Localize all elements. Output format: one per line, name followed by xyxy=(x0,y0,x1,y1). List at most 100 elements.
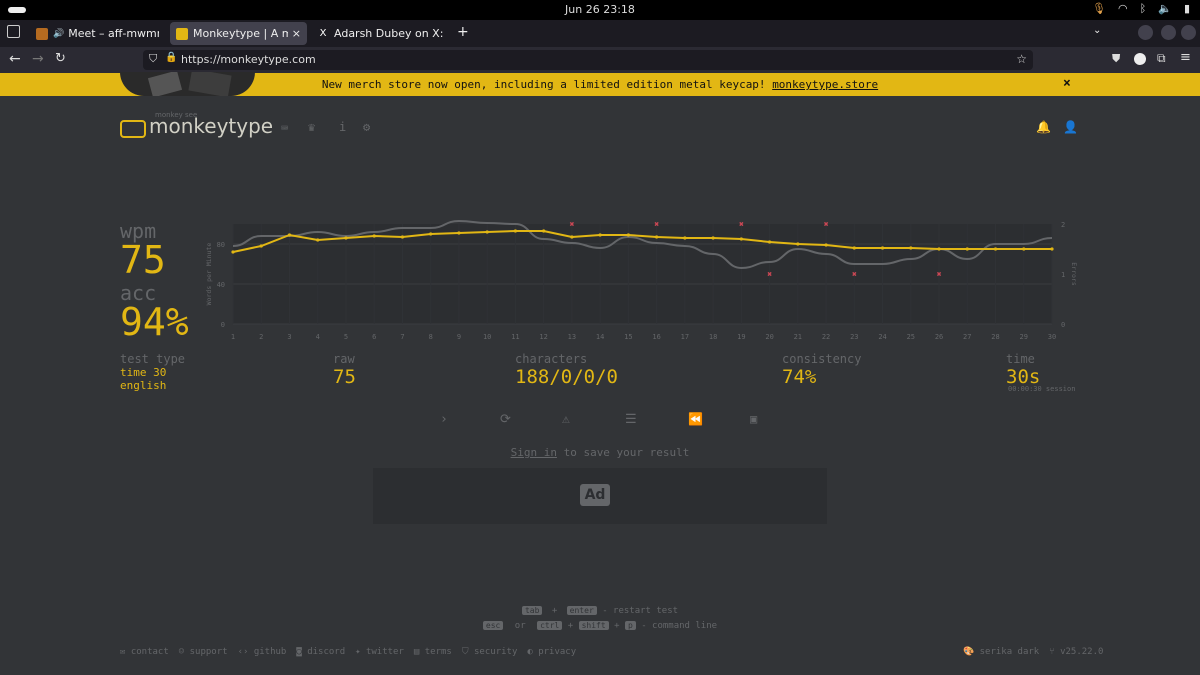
banner-close-icon[interactable]: × xyxy=(1063,76,1071,91)
bookmark-star-icon[interactable]: ☆ xyxy=(1016,52,1027,66)
tab-list-chevron-icon[interactable]: ⌄ xyxy=(1093,25,1101,36)
wpm-point xyxy=(880,246,885,250)
x-tick-label: 19 xyxy=(737,333,745,341)
menu-icon[interactable]: ≡ xyxy=(1180,50,1191,65)
footer-twitter[interactable]: ✦ twitter xyxy=(355,647,404,657)
close-window-icon[interactable] xyxy=(1181,25,1196,40)
screenshot-icon[interactable]: ▣ xyxy=(750,412,757,426)
wpm-point xyxy=(655,235,659,239)
system-clock[interactable]: Jun 26 23:18 xyxy=(0,3,1200,16)
wpm-point xyxy=(937,247,941,251)
wpm-point xyxy=(852,246,856,250)
close-tab-icon[interactable]: × xyxy=(292,27,301,40)
banner-text: New merch store now open, including a li… xyxy=(321,78,773,91)
y-tick-label: 0 xyxy=(221,321,225,329)
account-icon[interactable] xyxy=(1134,53,1146,65)
restore-icon[interactable] xyxy=(1161,25,1176,40)
settings-gear-icon[interactable]: ⚙ xyxy=(363,120,370,134)
wifi-icon[interactable]: ◠ xyxy=(1118,2,1128,15)
twitter-label: twitter xyxy=(365,647,404,657)
characters-value: 188/0/0/0 xyxy=(515,366,618,388)
footer-discord[interactable]: ◙ discord xyxy=(296,647,345,657)
x-tick-label: 13 xyxy=(568,333,576,341)
footer-contact[interactable]: ✉ contact xyxy=(120,647,169,657)
x-tick-label: 20 xyxy=(765,333,773,341)
test-type-label: test type xyxy=(120,352,186,366)
shield-icon[interactable]: ⛉ xyxy=(149,52,157,66)
theme-button[interactable]: 🎨 serika dark xyxy=(963,647,1039,657)
wpm-point xyxy=(683,236,687,240)
wpm-point xyxy=(372,234,376,238)
discord-label: discord xyxy=(307,647,346,657)
x-tick-label: 14 xyxy=(596,333,604,341)
x-tick-label: 9 xyxy=(457,333,461,341)
back-icon[interactable]: ← xyxy=(9,51,21,67)
speaker-icon[interactable]: 🔊 xyxy=(53,29,64,39)
consistency-label: consistency xyxy=(782,352,862,366)
footer-security[interactable]: ⛉ security xyxy=(462,647,518,657)
plus-text: + xyxy=(614,621,620,631)
y2-tick-label: 2 xyxy=(1061,221,1065,229)
version-label: v25.22.0 xyxy=(1060,647,1104,657)
tab-overview-icon[interactable] xyxy=(7,25,20,38)
browser-tab-bar: 🔊 Meet – aff-mwmm-rcq Monkeytype | A min… xyxy=(0,20,1200,47)
forward-icon[interactable]: → xyxy=(32,51,44,67)
version-button[interactable]: ⑂ v25.22.0 xyxy=(1049,647,1103,657)
bluetooth-icon[interactable]: ᛒ xyxy=(1140,2,1147,15)
tab-meet[interactable]: 🔊 Meet – aff-mwmm-rcq xyxy=(30,22,165,45)
reload-icon[interactable]: ↻ xyxy=(55,51,66,66)
system-tray[interactable]: 🎙 ◠ ᛒ 🔈 ▮ xyxy=(1092,2,1190,15)
wpm-point xyxy=(400,235,405,239)
system-top-bar: Jun 26 23:18 🎙 ◠ ᛒ 🔈 ▮ xyxy=(0,0,1200,20)
account-user-icon[interactable]: 👤 xyxy=(1063,120,1078,134)
test-type-language: english xyxy=(120,379,167,392)
tab-label: Monkeytype | A minimalis xyxy=(193,27,288,40)
wpm-point xyxy=(909,246,913,250)
footer-privacy[interactable]: ◐ privacy xyxy=(527,647,576,657)
lock-icon[interactable]: 🔒 xyxy=(165,52,177,63)
y-tick-label: 80 xyxy=(217,241,225,249)
extensions-icon[interactable]: ⧉ xyxy=(1157,51,1166,66)
notifications-bell-icon[interactable]: 🔔 xyxy=(1036,120,1051,134)
footer-github[interactable]: ‹› github xyxy=(238,647,287,657)
x-tick-label: 1 xyxy=(231,333,235,341)
merch-store-link[interactable]: monkeytype.store xyxy=(772,78,878,91)
wpm-point xyxy=(457,231,461,235)
wpm-point xyxy=(485,230,489,234)
wpm-point xyxy=(993,247,998,251)
sign-in-link[interactable]: Sign in xyxy=(511,446,557,459)
next-test-icon[interactable]: › xyxy=(440,412,448,427)
browser-nav-bar: ← → ↻ ⛉ 🔒 https://monkeytype.com ☆ ⛊ ⧉ ≡ xyxy=(0,47,1200,73)
url-bar[interactable]: ⛉ 🔒 https://monkeytype.com ☆ xyxy=(143,50,1033,70)
wpm-chart[interactable]: 040800121 2 3 4 5 6 7 8 9 10 11 12 13 14 15 16 17 18 19 20 2… xyxy=(200,214,1085,346)
report-icon[interactable]: ⚠ xyxy=(562,412,570,427)
about-info-icon[interactable]: i xyxy=(339,120,346,134)
keyboard-icon[interactable]: ⌨ xyxy=(281,121,288,135)
enter-key: enter xyxy=(566,606,597,615)
url-text[interactable]: https://monkeytype.com xyxy=(181,53,316,66)
minimize-icon[interactable] xyxy=(1138,25,1153,40)
x-tick-label: 24 xyxy=(878,333,886,341)
tab-x[interactable]: X Adarsh Dubey on X: "man xyxy=(311,22,451,45)
meet-favicon xyxy=(36,27,48,40)
battery-icon[interactable]: ▮ xyxy=(1184,2,1190,15)
support-label: support xyxy=(189,647,228,657)
words-history-icon[interactable]: ☰ xyxy=(625,412,637,427)
leaderboard-crown-icon[interactable]: ♛ xyxy=(308,120,315,134)
footer-support[interactable]: ☺ support xyxy=(179,647,228,657)
volume-icon[interactable]: 🔈 xyxy=(1158,2,1172,15)
footer-terms[interactable]: ▤ terms xyxy=(414,647,452,657)
microphone-icon[interactable]: 🎙 xyxy=(1092,2,1106,15)
tab-monkeytype[interactable]: Monkeytype | A minimalis × xyxy=(170,22,307,45)
restart-icon[interactable]: ⟳ xyxy=(500,412,511,427)
x-favicon: X xyxy=(317,27,329,40)
replay-icon[interactable]: ⏪ xyxy=(688,412,703,426)
wpm-point xyxy=(231,250,235,254)
command-line-shortcut-hint: esc or ctrl + shift + p - command line xyxy=(0,621,1200,631)
test-type-mode: time 30 xyxy=(120,366,167,379)
x-tick-label: 16 xyxy=(652,333,660,341)
new-tab-button[interactable]: + xyxy=(457,24,469,40)
pocket-icon[interactable]: ⛊ xyxy=(1112,52,1120,66)
wpm-point xyxy=(824,243,828,247)
merch-image xyxy=(120,72,255,96)
